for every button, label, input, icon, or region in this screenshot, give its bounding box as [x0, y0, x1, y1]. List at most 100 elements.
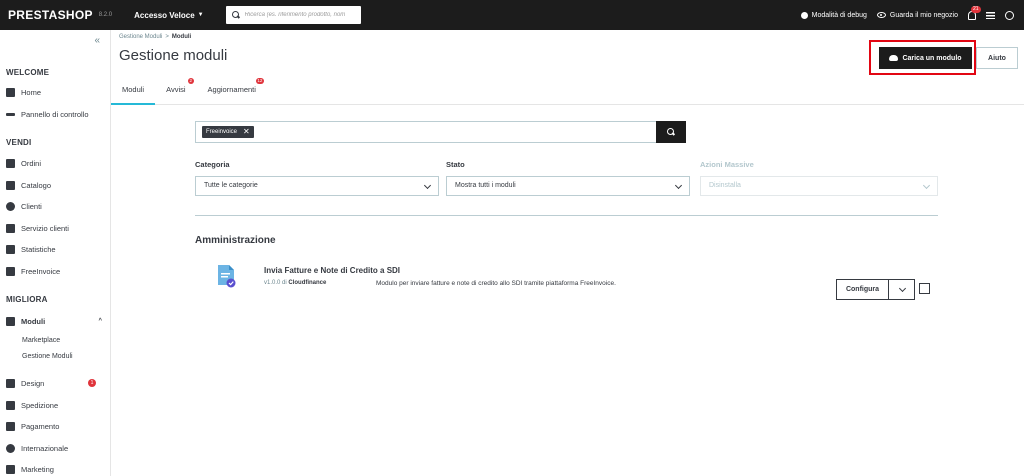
module-description: Modulo per inviare fatture e note di cre…: [376, 280, 616, 287]
tab-badge: 2: [188, 78, 194, 84]
sidebar-item-label: FreeInvoice: [21, 266, 61, 276]
module-version-prefix: v1.0.0 di: [264, 280, 287, 286]
tab-updates[interactable]: Aggiornamenti 12: [197, 75, 267, 105]
logo[interactable]: PRESTASHOP: [8, 8, 93, 22]
sidebar-item-label: Internazionale: [21, 443, 69, 453]
quick-access-menu[interactable]: Accesso Veloce ▼: [134, 11, 203, 20]
module-name: Invia Fatture e Note di Credito a SDI: [264, 266, 401, 275]
upload-module-label: Carica un modulo: [902, 54, 962, 62]
search-icon: [667, 128, 675, 136]
collapse-sidebar-icon[interactable]: «: [94, 35, 100, 46]
module-select-checkbox[interactable]: [919, 283, 930, 294]
sidebar-item-label: Ordini: [21, 158, 42, 168]
module-search-button[interactable]: [656, 121, 686, 143]
cloud-upload-icon: [889, 55, 899, 61]
sidebar-item-label: Marketing: [21, 464, 54, 474]
search-chip[interactable]: Freeinvoice ✕: [202, 126, 254, 138]
sidebar-item-stats[interactable]: Statistiche: [6, 242, 106, 256]
sidebar-item-modules[interactable]: Moduli ^: [6, 314, 106, 328]
chevron-down-icon: [898, 284, 907, 293]
sidebar-item-label: Design: [21, 378, 45, 388]
quick-access-label: Accesso Veloce: [134, 10, 195, 20]
invoice-icon: [6, 266, 15, 276]
sidebar-item-design[interactable]: Design 1: [6, 376, 106, 390]
topbar-right: Modalità di debug Guarda il mio negozio …: [800, 0, 1014, 30]
sidebar-subitem-module-manager[interactable]: Gestione Moduli: [22, 353, 73, 360]
main-content: Freeinvoice ✕ Categoria Tutte le categor…: [111, 105, 1024, 476]
configure-button[interactable]: Configura: [836, 279, 889, 300]
breadcrumb-separator: >: [165, 34, 169, 40]
sidebar-item-label: Servizio clienti: [21, 223, 69, 233]
sidebar-item-label: Pagamento: [21, 421, 60, 431]
chart-icon: [6, 244, 15, 254]
caret-down-icon: ▼: [197, 12, 204, 18]
close-icon[interactable]: ✕: [243, 128, 250, 136]
sidebar-item-freeinvoice[interactable]: FreeInvoice: [6, 264, 106, 278]
sidebar-item-home[interactable]: Home: [6, 85, 106, 99]
tab-label: Moduli: [122, 85, 145, 94]
category-select[interactable]: Tutte le categorie: [195, 176, 439, 196]
chevron-up-icon: ^: [98, 318, 102, 324]
employee-menu[interactable]: [1005, 10, 1014, 20]
chevron-down-icon: [674, 181, 683, 190]
global-search[interactable]: [225, 6, 361, 24]
help-button[interactable]: Aiuto: [976, 47, 1018, 69]
sidebar-item-customer-service[interactable]: Servizio clienti: [6, 221, 106, 235]
bulk-actions-value: Disinstalla: [709, 182, 741, 189]
sidebar-item-label: Moduli: [21, 316, 46, 326]
sidebar-item-international[interactable]: Internazionale: [6, 441, 106, 455]
status-select[interactable]: Mostra tutti i moduli: [446, 176, 690, 196]
sidebar-subitem-marketplace[interactable]: Marketplace: [22, 337, 60, 344]
sidebar-item-payment[interactable]: Pagamento: [6, 419, 106, 433]
tab-alerts[interactable]: Avvisi 2: [155, 75, 196, 105]
sidebar-item-marketing[interactable]: Marketing: [6, 462, 106, 476]
sidebar-item-orders[interactable]: Ordini: [6, 156, 106, 170]
sidebar-item-catalog[interactable]: Catalogo: [6, 178, 106, 192]
bulk-actions-select: Disinstalla: [700, 176, 938, 196]
store-icon: [6, 180, 15, 190]
page-header: Gestione Moduli > Moduli Gestione moduli…: [111, 30, 1024, 105]
divider: [195, 215, 938, 216]
chat-icon: [6, 223, 15, 233]
breadcrumb-item[interactable]: Gestione Moduli: [119, 34, 162, 40]
tab-modules[interactable]: Moduli: [111, 75, 156, 105]
search-icon: [231, 11, 240, 19]
sidebar-item-shipping[interactable]: Spedizione: [6, 398, 106, 412]
upload-module-button[interactable]: Carica un modulo: [879, 47, 972, 69]
notifications-button[interactable]: 21: [968, 5, 981, 20]
section-welcome: WELCOME: [6, 68, 50, 77]
sidebar-item-label: Pannello di controllo: [21, 109, 89, 119]
truck-icon: [6, 400, 15, 410]
sidebar-item-label: Catalogo: [21, 180, 52, 190]
puzzle-icon: [6, 316, 15, 326]
top-bar: PRESTASHOP 8.2.0 Accesso Veloce ▼ Modali…: [0, 0, 1024, 30]
sidebar-item-label: Clienti: [21, 201, 42, 211]
user-icon: [1005, 10, 1014, 20]
view-shop-link[interactable]: Guarda il mio negozio: [876, 11, 958, 19]
sidebar-item-dashboard[interactable]: Pannello di controllo: [6, 107, 106, 121]
tab-label: Aggiornamenti: [207, 85, 256, 94]
credit-card-icon: [6, 421, 15, 431]
debug-mode-link[interactable]: Modalità di debug: [800, 11, 867, 19]
chevron-down-icon: [423, 181, 432, 190]
sidebar: « WELCOME Home Pannello di controllo VEN…: [0, 30, 111, 476]
account-circle-icon: [6, 201, 15, 211]
menu-button[interactable]: [986, 11, 995, 19]
status-label: Stato: [446, 160, 465, 169]
search-chip-label: Freeinvoice: [206, 129, 238, 135]
tabs: Moduli Avvisi 2 Aggiornamenti 12: [111, 75, 267, 105]
sidebar-item-customers[interactable]: Clienti: [6, 199, 106, 213]
breadcrumb: Gestione Moduli > Moduli: [119, 34, 191, 40]
home-icon: [6, 87, 15, 97]
bulk-actions-label: Azioni Massive: [700, 160, 754, 169]
category-label: Categoria: [195, 160, 230, 169]
globe-icon: [6, 443, 15, 453]
sidebar-item-label: Spedizione: [21, 400, 59, 410]
module-author: Cloudfinance: [288, 280, 327, 286]
module-actions-dropdown[interactable]: [888, 279, 915, 300]
trending-up-icon: [6, 112, 15, 116]
category-select-value: Tutte le categorie: [204, 182, 258, 189]
module-search-input[interactable]: Freeinvoice ✕: [195, 121, 657, 143]
global-search-input[interactable]: [244, 12, 355, 18]
view-shop-label: Guarda il mio negozio: [889, 11, 958, 19]
